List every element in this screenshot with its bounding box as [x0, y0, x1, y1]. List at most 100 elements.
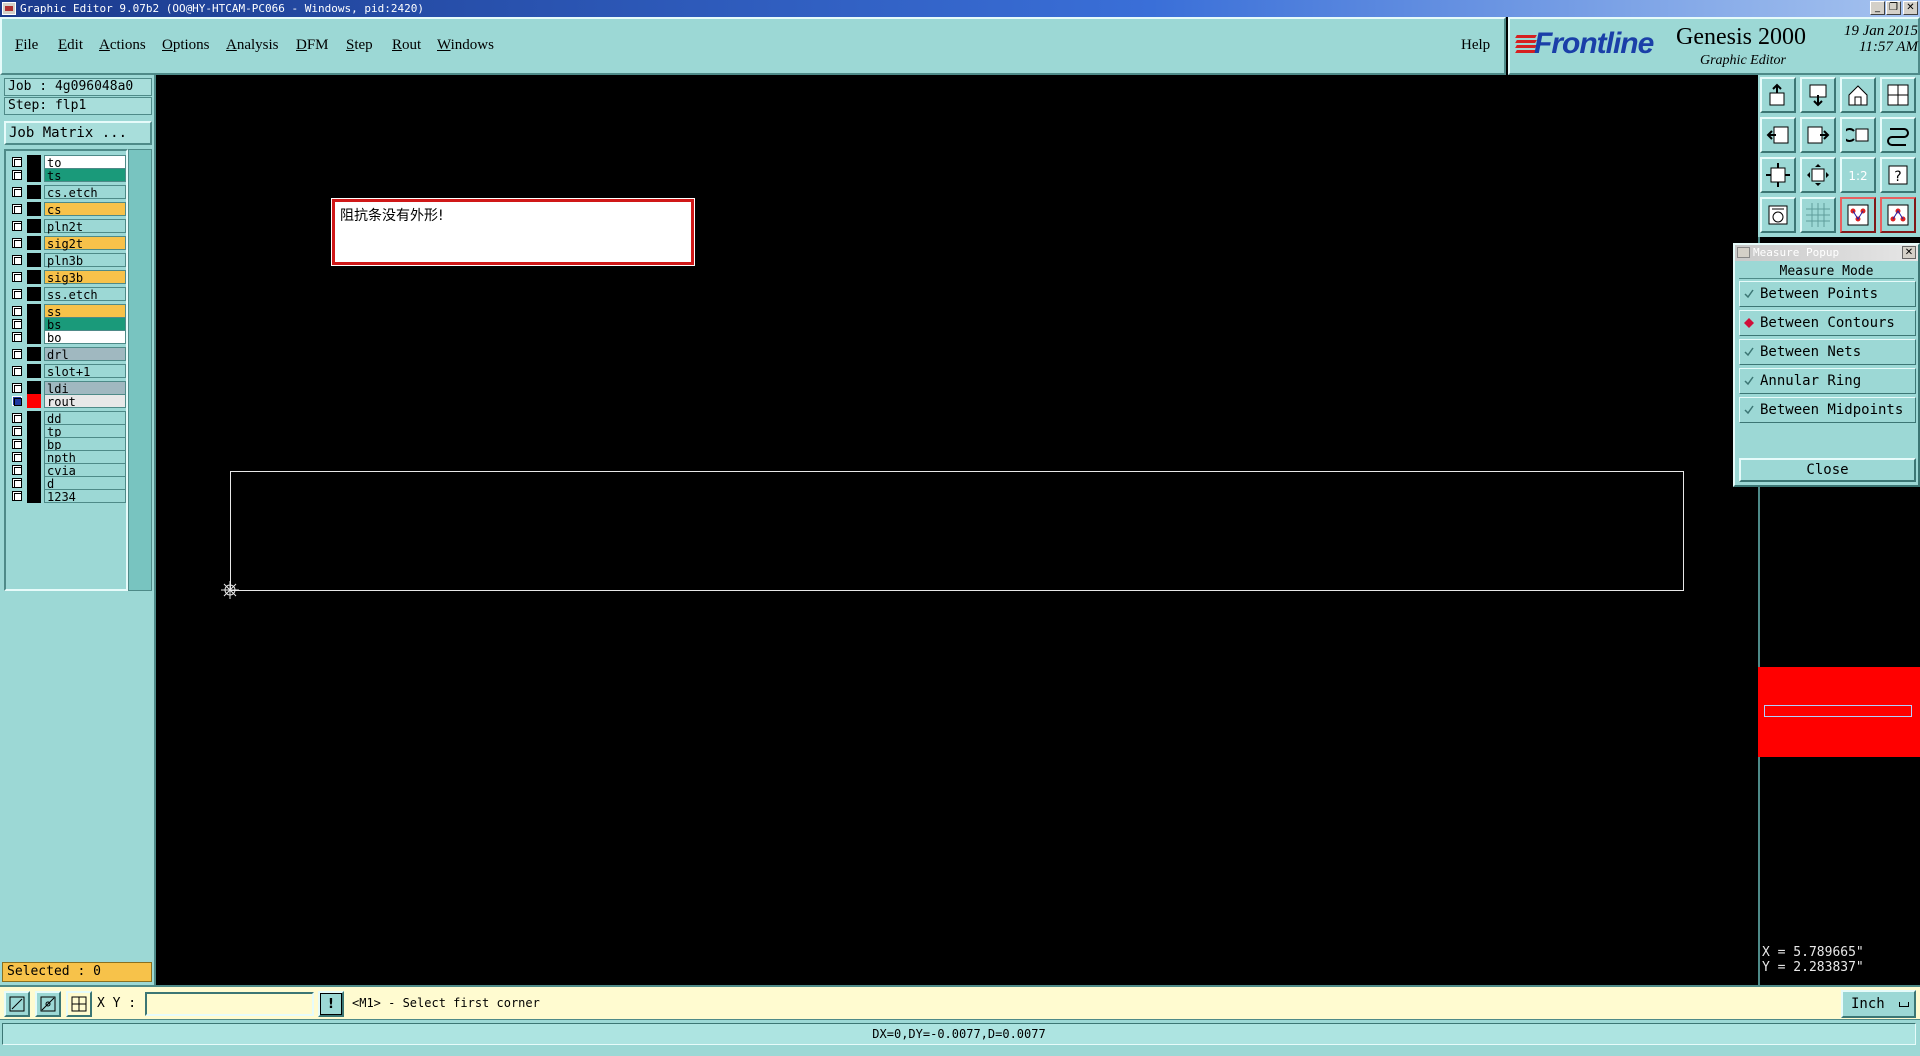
layer-checkbox[interactable]: [12, 413, 22, 423]
layer-row[interactable]: ldi: [8, 381, 126, 396]
unit-selector[interactable]: Inch: [1841, 990, 1916, 1018]
layer-name[interactable]: ss: [44, 304, 126, 319]
menu-rout[interactable]: Rout: [392, 37, 421, 54]
layer-color-swatch[interactable]: [27, 287, 41, 301]
layer-color-swatch[interactable]: [27, 364, 41, 378]
alert-button[interactable]: !: [318, 991, 344, 1017]
layer-name[interactable]: rout: [44, 394, 126, 409]
layer-checkbox[interactable]: [12, 221, 22, 231]
scale-button[interactable]: 1:2: [1840, 157, 1876, 193]
layer-checkbox[interactable]: [12, 187, 22, 197]
layer-scrollbar[interactable]: [128, 149, 152, 591]
layer-row[interactable]: ss.etch: [8, 287, 126, 302]
layer-row[interactable]: rout: [8, 394, 126, 409]
minimize-button[interactable]: _: [1870, 1, 1885, 15]
layer-color-swatch[interactable]: [27, 155, 41, 169]
layer-name[interactable]: dd: [44, 411, 126, 426]
grid-button[interactable]: [1800, 197, 1836, 233]
overview-window[interactable]: [1758, 667, 1920, 757]
layer-name[interactable]: bo: [44, 330, 126, 345]
layer-checkbox[interactable]: [12, 452, 22, 462]
layer-name[interactable]: cs: [44, 202, 126, 217]
layer-name[interactable]: pln2t: [44, 219, 126, 234]
popup-close-x-button[interactable]: ✕: [1902, 246, 1916, 259]
layer-color-swatch[interactable]: [27, 476, 41, 490]
layer-name[interactable]: cs.etch: [44, 185, 126, 200]
layer-row[interactable]: ts: [8, 168, 126, 183]
window-title-bar[interactable]: Graphic Editor 9.07b2 (OO@HY-HTCAM-PC066…: [0, 0, 1920, 17]
layer-checkbox[interactable]: [12, 170, 22, 180]
layer-row[interactable]: ss: [8, 304, 126, 319]
netlist-top-button[interactable]: [1840, 197, 1876, 233]
layer-row[interactable]: pln3b: [8, 253, 126, 268]
layer-name[interactable]: sig2t: [44, 236, 126, 251]
layer-row[interactable]: cvia: [8, 463, 126, 478]
grid-layout-button[interactable]: [1880, 77, 1916, 113]
restore-button[interactable]: ❐: [1886, 1, 1901, 15]
pan-right-button[interactable]: [1800, 117, 1836, 153]
menu-file[interactable]: File: [15, 37, 38, 54]
redo-view-button[interactable]: [1880, 117, 1916, 153]
netlist-bottom-button[interactable]: [1880, 197, 1916, 233]
layer-color-swatch[interactable]: [27, 463, 41, 477]
undo-view-button[interactable]: [1840, 117, 1876, 153]
layer-checkbox[interactable]: [12, 396, 22, 406]
layer-checkbox[interactable]: [12, 255, 22, 265]
layer-row[interactable]: 1234: [8, 489, 126, 504]
measure-mode-option[interactable]: Between Nets: [1739, 339, 1916, 365]
help-query-button[interactable]: ?: [1880, 157, 1916, 193]
fit-button[interactable]: [1760, 157, 1796, 193]
layer-color-swatch[interactable]: [27, 347, 41, 361]
layer-name[interactable]: ts: [44, 168, 126, 183]
layer-name[interactable]: npth: [44, 450, 126, 465]
layer-name[interactable]: pln3b: [44, 253, 126, 268]
layer-row[interactable]: sig2t: [8, 236, 126, 251]
home-button[interactable]: [1840, 77, 1876, 113]
measure-mode-option[interactable]: Between Midpoints: [1739, 397, 1916, 423]
menu-analysis[interactable]: Analysis: [226, 37, 279, 54]
layer-name[interactable]: 1234: [44, 489, 126, 504]
layer-checkbox[interactable]: [12, 426, 22, 436]
layer-row[interactable]: slot+1: [8, 364, 126, 379]
layer-checkbox[interactable]: [12, 366, 22, 376]
layer-color-swatch[interactable]: [27, 424, 41, 438]
layer-name[interactable]: ldi: [44, 381, 126, 396]
layer-name[interactable]: cvia: [44, 463, 126, 478]
job-matrix-button[interactable]: Job Matrix ...: [4, 121, 152, 145]
menu-edit[interactable]: Edit: [58, 37, 83, 54]
close-window-button[interactable]: ✕: [1903, 1, 1918, 15]
layer-checkbox[interactable]: [12, 478, 22, 488]
layer-row[interactable]: bo: [8, 330, 126, 345]
layer-checkbox[interactable]: [12, 238, 22, 248]
zoom-in-button[interactable]: [1760, 77, 1796, 113]
layer-name[interactable]: d: [44, 476, 126, 491]
layer-row[interactable]: bp: [8, 437, 126, 452]
layer-name[interactable]: sig3b: [44, 270, 126, 285]
layer-color-swatch[interactable]: [27, 489, 41, 503]
layer-color-swatch[interactable]: [27, 411, 41, 425]
layer-color-swatch[interactable]: [27, 394, 41, 408]
layer-row[interactable]: sig3b: [8, 270, 126, 285]
layer-row[interactable]: tp: [8, 424, 126, 439]
layer-name[interactable]: drl: [44, 347, 126, 362]
layer-color-swatch[interactable]: [27, 381, 41, 395]
layer-row[interactable]: npth: [8, 450, 126, 465]
measure-mode-option[interactable]: Annular Ring: [1739, 368, 1916, 394]
layer-name[interactable]: slot+1: [44, 364, 126, 379]
graphic-canvas[interactable]: 阻抗条没有外形!: [158, 75, 1758, 985]
layer-color-swatch[interactable]: [27, 317, 41, 331]
layer-color-swatch[interactable]: [27, 236, 41, 250]
layer-checkbox[interactable]: [12, 491, 22, 501]
menu-dfm[interactable]: DFM: [296, 37, 329, 54]
zoom-out-button[interactable]: [1800, 77, 1836, 113]
board-outline[interactable]: [230, 471, 1684, 591]
layer-checkbox[interactable]: [12, 157, 22, 167]
snap-mode-button[interactable]: [35, 991, 61, 1017]
layer-row[interactable]: dd: [8, 411, 126, 426]
menu-actions[interactable]: Actions: [99, 37, 146, 54]
popup-close-button[interactable]: Close: [1739, 458, 1916, 482]
layer-color-swatch[interactable]: [27, 330, 41, 344]
zoom-fit-button[interactable]: [1800, 157, 1836, 193]
layer-name[interactable]: ss.etch: [44, 287, 126, 302]
grid-snap-button[interactable]: [66, 991, 92, 1017]
